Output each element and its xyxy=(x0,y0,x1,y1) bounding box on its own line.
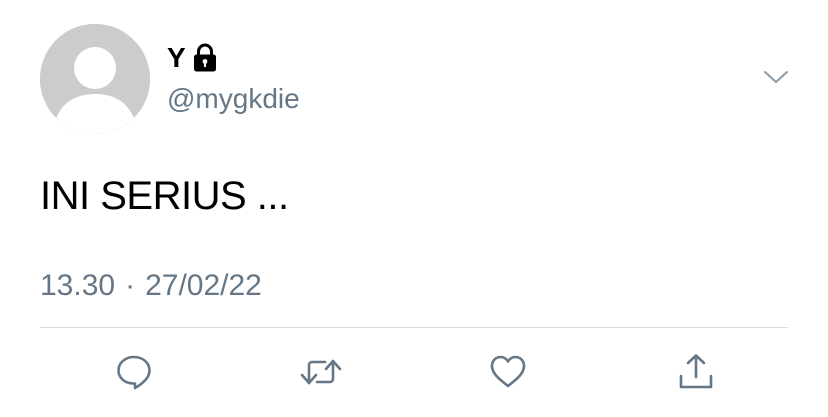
reply-icon xyxy=(117,355,151,390)
tweet-meta: 13.30 · 27/02/22 xyxy=(40,266,262,306)
retweet-button[interactable] xyxy=(297,348,345,396)
heart-icon xyxy=(490,355,526,388)
share-icon xyxy=(679,354,713,389)
name-row: Y xyxy=(167,41,218,75)
like-button[interactable] xyxy=(484,348,532,396)
reply-button[interactable] xyxy=(110,348,158,396)
avatar[interactable] xyxy=(40,24,150,134)
display-name[interactable]: Y xyxy=(167,41,186,75)
retweet-icon xyxy=(300,359,342,385)
action-bar xyxy=(0,348,828,398)
tweet-time[interactable]: 13.30 xyxy=(40,266,115,306)
divider xyxy=(40,327,788,328)
default-avatar-icon xyxy=(40,24,150,134)
chevron-down-icon[interactable] xyxy=(762,66,790,88)
meta-separator: · xyxy=(125,269,136,302)
lock-icon xyxy=(192,43,218,73)
tweet-card: Y @mygkdie INI SERIUS ... 13.30 · 27/02/… xyxy=(0,0,828,417)
user-handle[interactable]: @mygkdie xyxy=(167,81,300,117)
tweet-text: INI SERIUS ... xyxy=(40,174,289,218)
tweet-date[interactable]: 27/02/22 xyxy=(145,266,262,306)
share-button[interactable] xyxy=(672,348,720,396)
